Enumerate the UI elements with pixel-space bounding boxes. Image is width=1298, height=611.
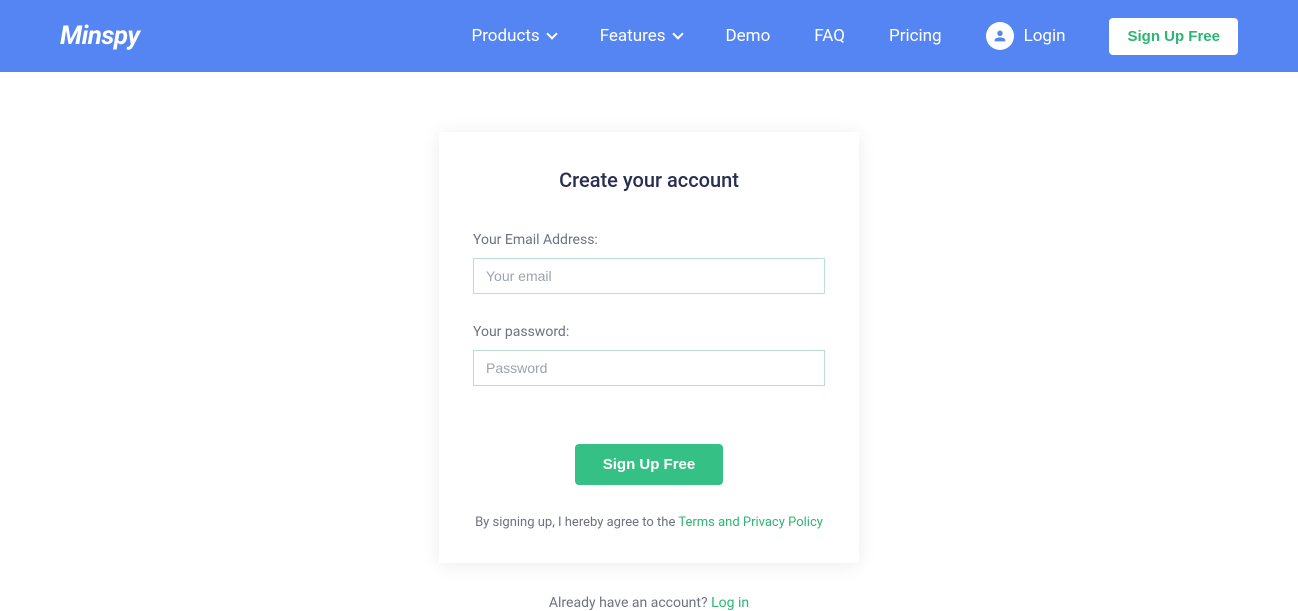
password-input[interactable]	[473, 350, 825, 386]
signup-button[interactable]: Sign Up Free	[1109, 18, 1238, 55]
nav-demo[interactable]: Demo	[726, 26, 771, 46]
terms-link[interactable]: Terms and Privacy Policy	[678, 515, 823, 530]
footer-prompt: Already have an account? Log in	[549, 595, 749, 611]
submit-button[interactable]: Sign Up Free	[575, 444, 724, 485]
nav: Products Features Demo FAQ Pricing Login…	[471, 18, 1238, 55]
password-label: Your password:	[473, 324, 825, 340]
nav-faq[interactable]: FAQ	[814, 26, 845, 46]
terms-prefix: By signing up, I hereby agree to the	[475, 515, 678, 530]
header: Minspy Products Features Demo FAQ Pricin…	[0, 0, 1298, 72]
nav-products-label: Products	[471, 26, 539, 46]
main: Create your account Your Email Address: …	[0, 72, 1298, 611]
terms-text: By signing up, I hereby agree to the Ter…	[473, 513, 825, 533]
login-link[interactable]: Login	[986, 22, 1066, 50]
submit-wrap: Sign Up Free	[473, 444, 825, 485]
nav-pricing[interactable]: Pricing	[889, 26, 942, 46]
user-icon	[986, 22, 1014, 50]
nav-products[interactable]: Products	[471, 26, 555, 46]
logo[interactable]: Minspy	[60, 21, 140, 51]
chevron-down-icon	[672, 28, 683, 39]
nav-features-label: Features	[600, 26, 666, 46]
signup-card: Create your account Your Email Address: …	[439, 132, 859, 563]
login-footer-link[interactable]: Log in	[711, 595, 749, 611]
email-label: Your Email Address:	[473, 232, 825, 248]
card-title: Create your account	[473, 168, 825, 192]
nav-features[interactable]: Features	[600, 26, 682, 46]
email-input[interactable]	[473, 258, 825, 294]
login-label: Login	[1024, 26, 1066, 46]
footer-text: Already have an account?	[549, 595, 711, 611]
chevron-down-icon	[546, 28, 557, 39]
